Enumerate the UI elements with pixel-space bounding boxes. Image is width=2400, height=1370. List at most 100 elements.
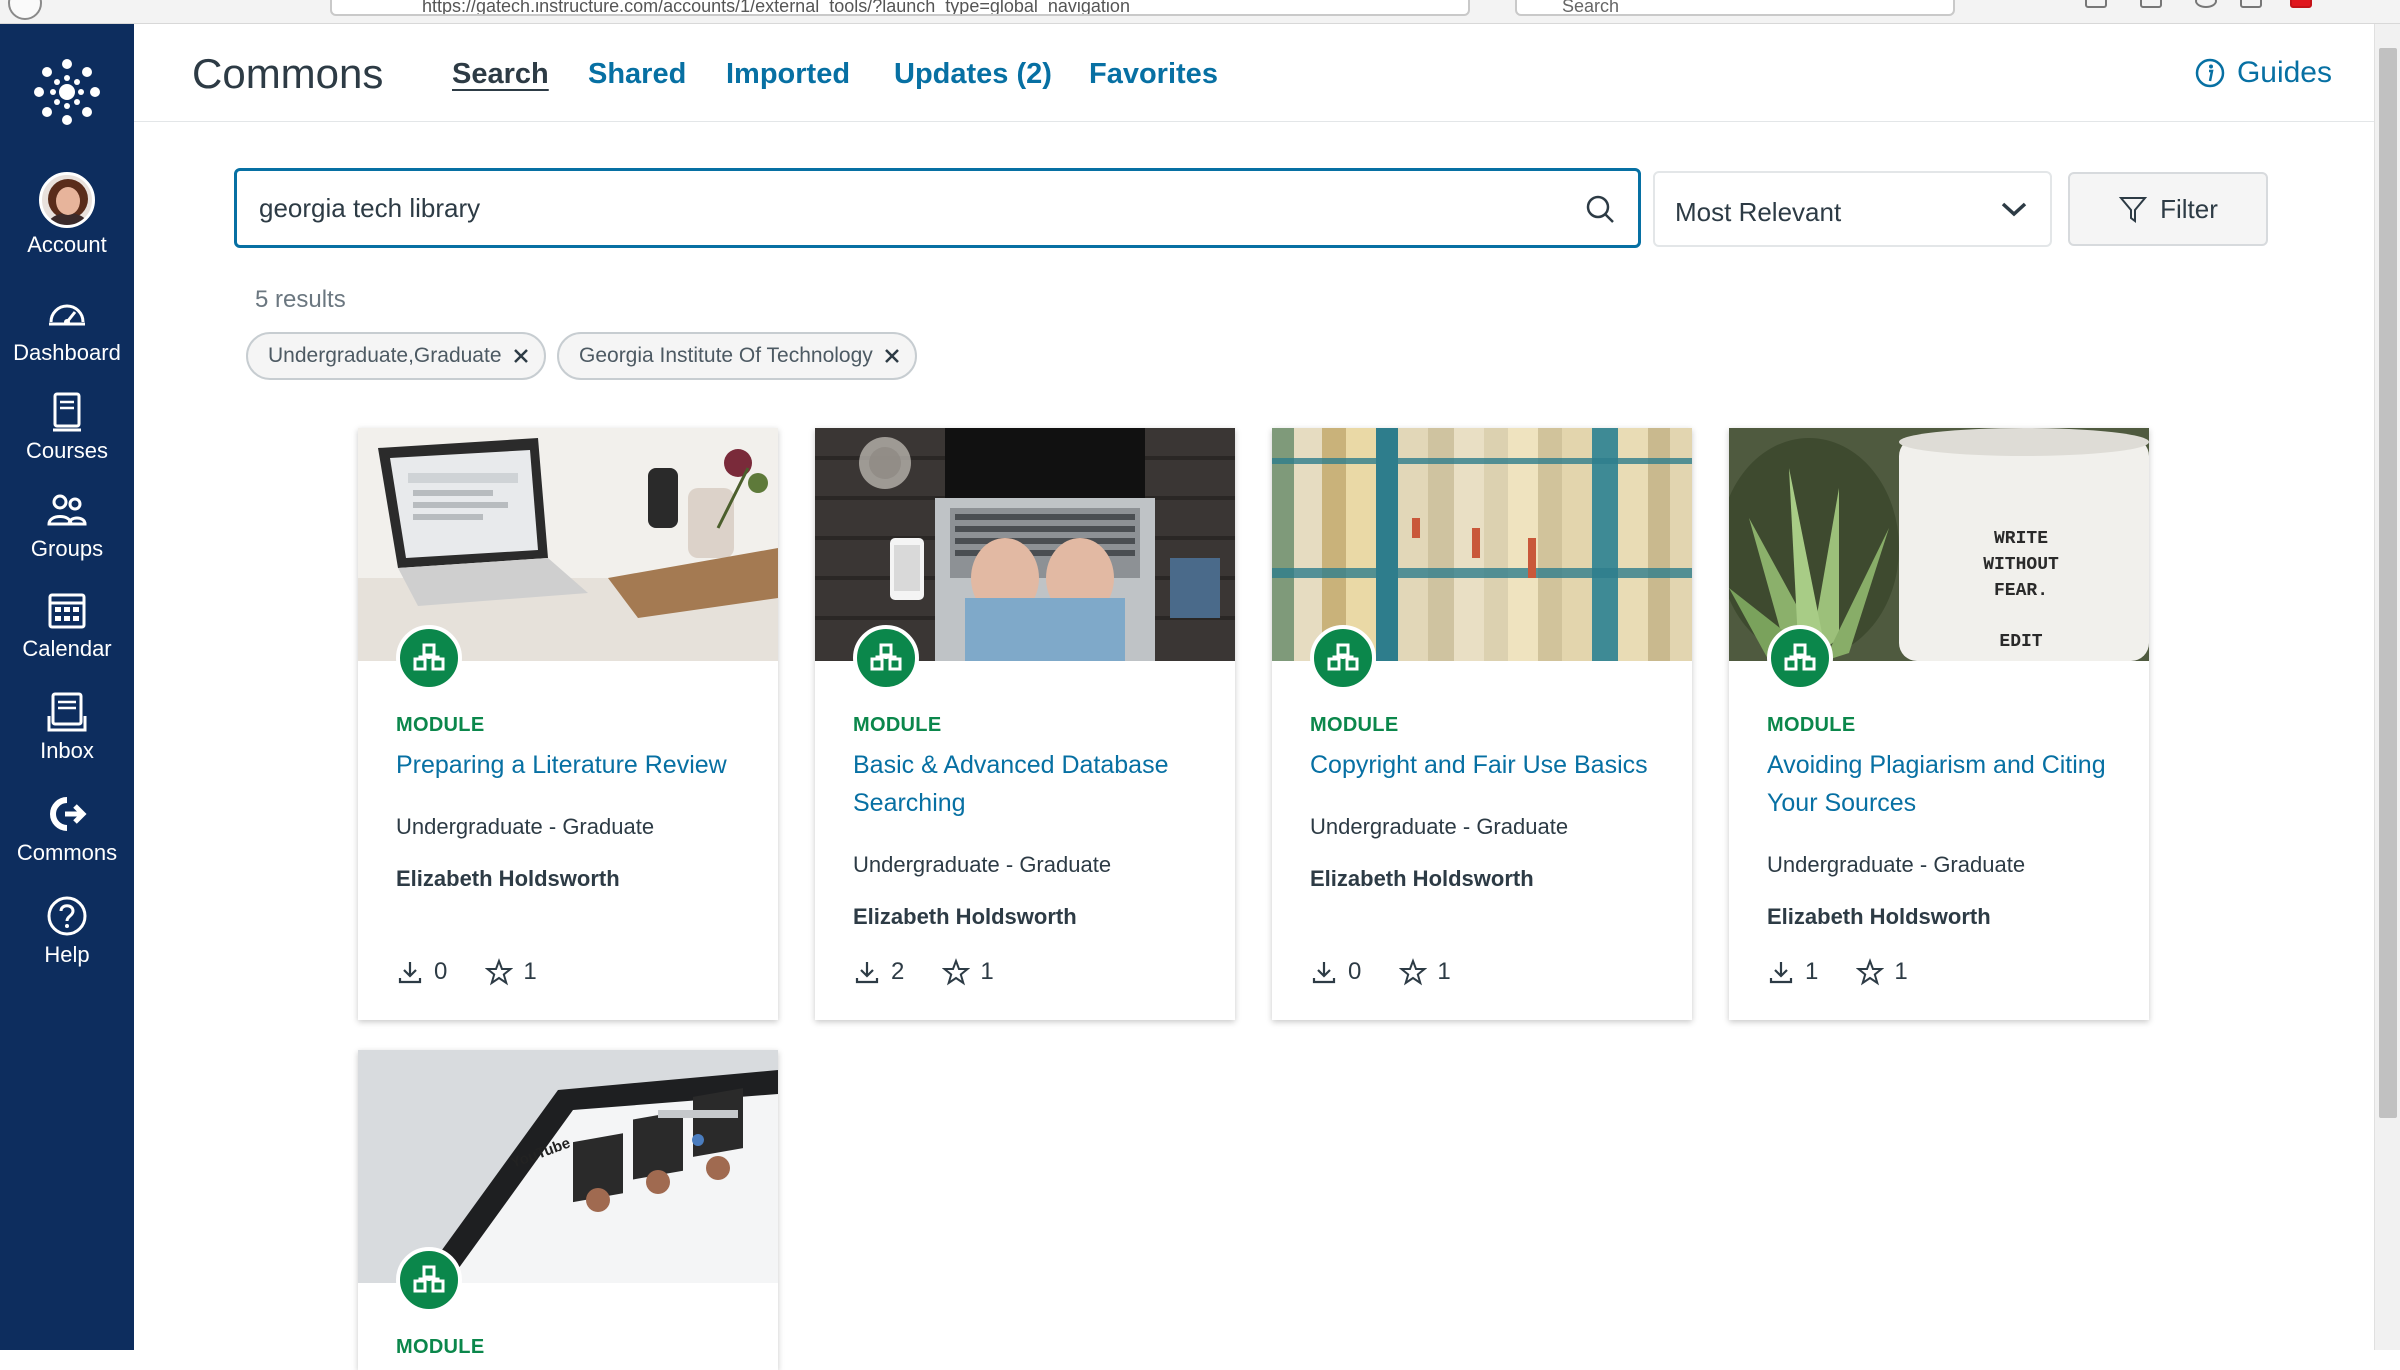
nav-item-groups[interactable]: Groups (0, 488, 134, 562)
chevron-down-icon (2001, 202, 2027, 217)
download-icon (855, 962, 879, 984)
favorite-count: 1 (523, 958, 537, 985)
star-icon[interactable] (485, 958, 514, 986)
mug-text-line: WRITE (1994, 529, 2048, 549)
filter-button[interactable]: Filter (2068, 172, 2268, 246)
resource-stats: 0 1 (1310, 958, 1489, 986)
download-count: 0 (434, 958, 448, 985)
groups-icon (47, 494, 87, 526)
guides-label: Guides (2236, 56, 2332, 89)
resource-title[interactable]: Basic & Advanced Database Searching (853, 746, 1213, 822)
commons-icon (50, 797, 87, 831)
tab-imported[interactable]: Imported (726, 58, 850, 91)
tab-shared[interactable]: Shared (588, 58, 686, 91)
scrollbar-thumb[interactable] (2379, 48, 2397, 1118)
forward-button[interactable] (72, 0, 106, 20)
favorite-count: 1 (1437, 958, 1451, 985)
reload-button[interactable] (124, 0, 158, 20)
tab-search[interactable]: Search (452, 58, 549, 91)
download-count: 2 (891, 958, 905, 985)
search-input[interactable] (259, 171, 1559, 245)
close-icon[interactable] (883, 347, 901, 365)
resource-type: MODULE (396, 714, 485, 736)
nav-item-courses[interactable]: Courses (0, 390, 134, 464)
resource-level: Undergraduate - Graduate (1767, 852, 2026, 877)
favorite-count: 1 (1894, 958, 1908, 985)
nav-label-dashboard: Dashboard (13, 340, 121, 365)
sort-selected-value: Most Relevant (1675, 197, 1842, 227)
nav-label-groups: Groups (30, 536, 104, 561)
star-icon[interactable] (1856, 958, 1885, 986)
download-icon (398, 962, 422, 984)
resource-level: Undergraduate - Graduate (1310, 814, 1569, 839)
module-icon (853, 625, 919, 691)
canvas-logo-icon[interactable] (33, 58, 101, 126)
screenshot-icon[interactable] (2240, 0, 2262, 8)
resource-card[interactable]: MODULE Copyright and Fair Use Basics Und… (1272, 428, 1692, 1020)
nav-item-dashboard[interactable]: Dashboard (0, 292, 134, 366)
resource-card[interactable]: YouTube MODULE (358, 1050, 778, 1370)
filter-label: Filter (2160, 193, 2218, 224)
tab-updates[interactable]: Updates (2) (894, 58, 1052, 91)
resource-author: Elizabeth Holdsworth (1767, 904, 1991, 929)
resource-level: Undergraduate - Graduate (853, 852, 1112, 877)
filter-pill-institution[interactable]: Georgia Institute Of Technology (557, 332, 917, 380)
resource-type: MODULE (1767, 714, 1856, 736)
resource-type: MODULE (396, 1336, 485, 1358)
nav-label-commons: Commons (16, 840, 118, 865)
account-icon[interactable] (2195, 0, 2217, 8)
resource-stats: 0 1 (396, 958, 575, 986)
avatar (39, 172, 95, 228)
search-icon[interactable] (1584, 193, 1616, 225)
star-icon[interactable] (942, 958, 971, 986)
address-bar[interactable]: https://gatech.instructure.com/accounts/… (330, 0, 1470, 16)
calendar-icon (48, 593, 86, 629)
back-button[interactable] (8, 0, 42, 20)
resource-type: MODULE (1310, 714, 1399, 736)
filter-pill-label: Undergraduate,Graduate (268, 344, 502, 367)
mug-text-line: FEAR. (1994, 581, 2048, 601)
extension-icon[interactable] (2290, 0, 2312, 8)
nav-item-commons[interactable]: Commons (0, 792, 134, 866)
resource-card[interactable]: MODULE Preparing a Literature Review Und… (358, 428, 778, 1020)
resource-card[interactable]: WRITE WITHOUT FEAR. EDIT MODULE Avoiding… (1729, 428, 2149, 1020)
courses-icon (53, 392, 81, 432)
dashboard-icon (49, 304, 85, 326)
download-count: 1 (1805, 958, 1819, 985)
resource-author: Elizabeth Holdsworth (396, 866, 620, 891)
app-title: Commons (192, 50, 384, 97)
filter-icon (2118, 197, 2148, 223)
global-navigation: Account Dashboard Courses Groups Calenda… (0, 24, 134, 1350)
resource-title[interactable]: Avoiding Plagiarism and Citing Your Sour… (1767, 746, 2127, 822)
download-count: 0 (1348, 958, 1362, 985)
sidebar-icon[interactable] (2140, 0, 2162, 8)
resource-type: MODULE (853, 714, 942, 736)
info-icon (2195, 58, 2225, 88)
page-scrollbar[interactable] (2374, 24, 2400, 1350)
guides-button[interactable]: Guides (2195, 56, 2332, 90)
search-field[interactable] (234, 168, 1641, 248)
sort-select[interactable]: Most Relevant (1653, 171, 2052, 247)
nav-item-account[interactable]: Account (0, 172, 134, 258)
resource-stats: 2 1 (853, 958, 1032, 986)
resource-title[interactable]: Preparing a Literature Review (396, 746, 756, 784)
star-icon[interactable] (1399, 958, 1428, 986)
nav-label-courses: Courses (26, 438, 108, 463)
nav-item-inbox[interactable]: Inbox (0, 690, 134, 764)
resource-card[interactable]: MODULE Basic & Advanced Database Searchi… (815, 428, 1235, 1020)
nav-label-help: Help (44, 942, 90, 967)
help-icon (47, 896, 87, 936)
tab-favorites[interactable]: Favorites (1089, 58, 1218, 91)
browser-search-field[interactable]: Search (1515, 0, 1955, 16)
resource-title[interactable]: Copyright and Fair Use Basics (1310, 746, 1670, 784)
library-icon[interactable] (2085, 0, 2107, 8)
mug-text-line: WITHOUT (1983, 555, 2059, 575)
module-icon (1310, 625, 1376, 691)
nav-item-calendar[interactable]: Calendar (0, 588, 134, 662)
nav-item-help[interactable]: Help (0, 894, 134, 968)
filter-pill-label: Georgia Institute Of Technology (579, 344, 873, 367)
filter-pill-level[interactable]: Undergraduate,Graduate (246, 332, 546, 380)
download-icon (1769, 962, 1793, 984)
inbox-icon (47, 692, 87, 732)
close-icon[interactable] (512, 347, 530, 365)
